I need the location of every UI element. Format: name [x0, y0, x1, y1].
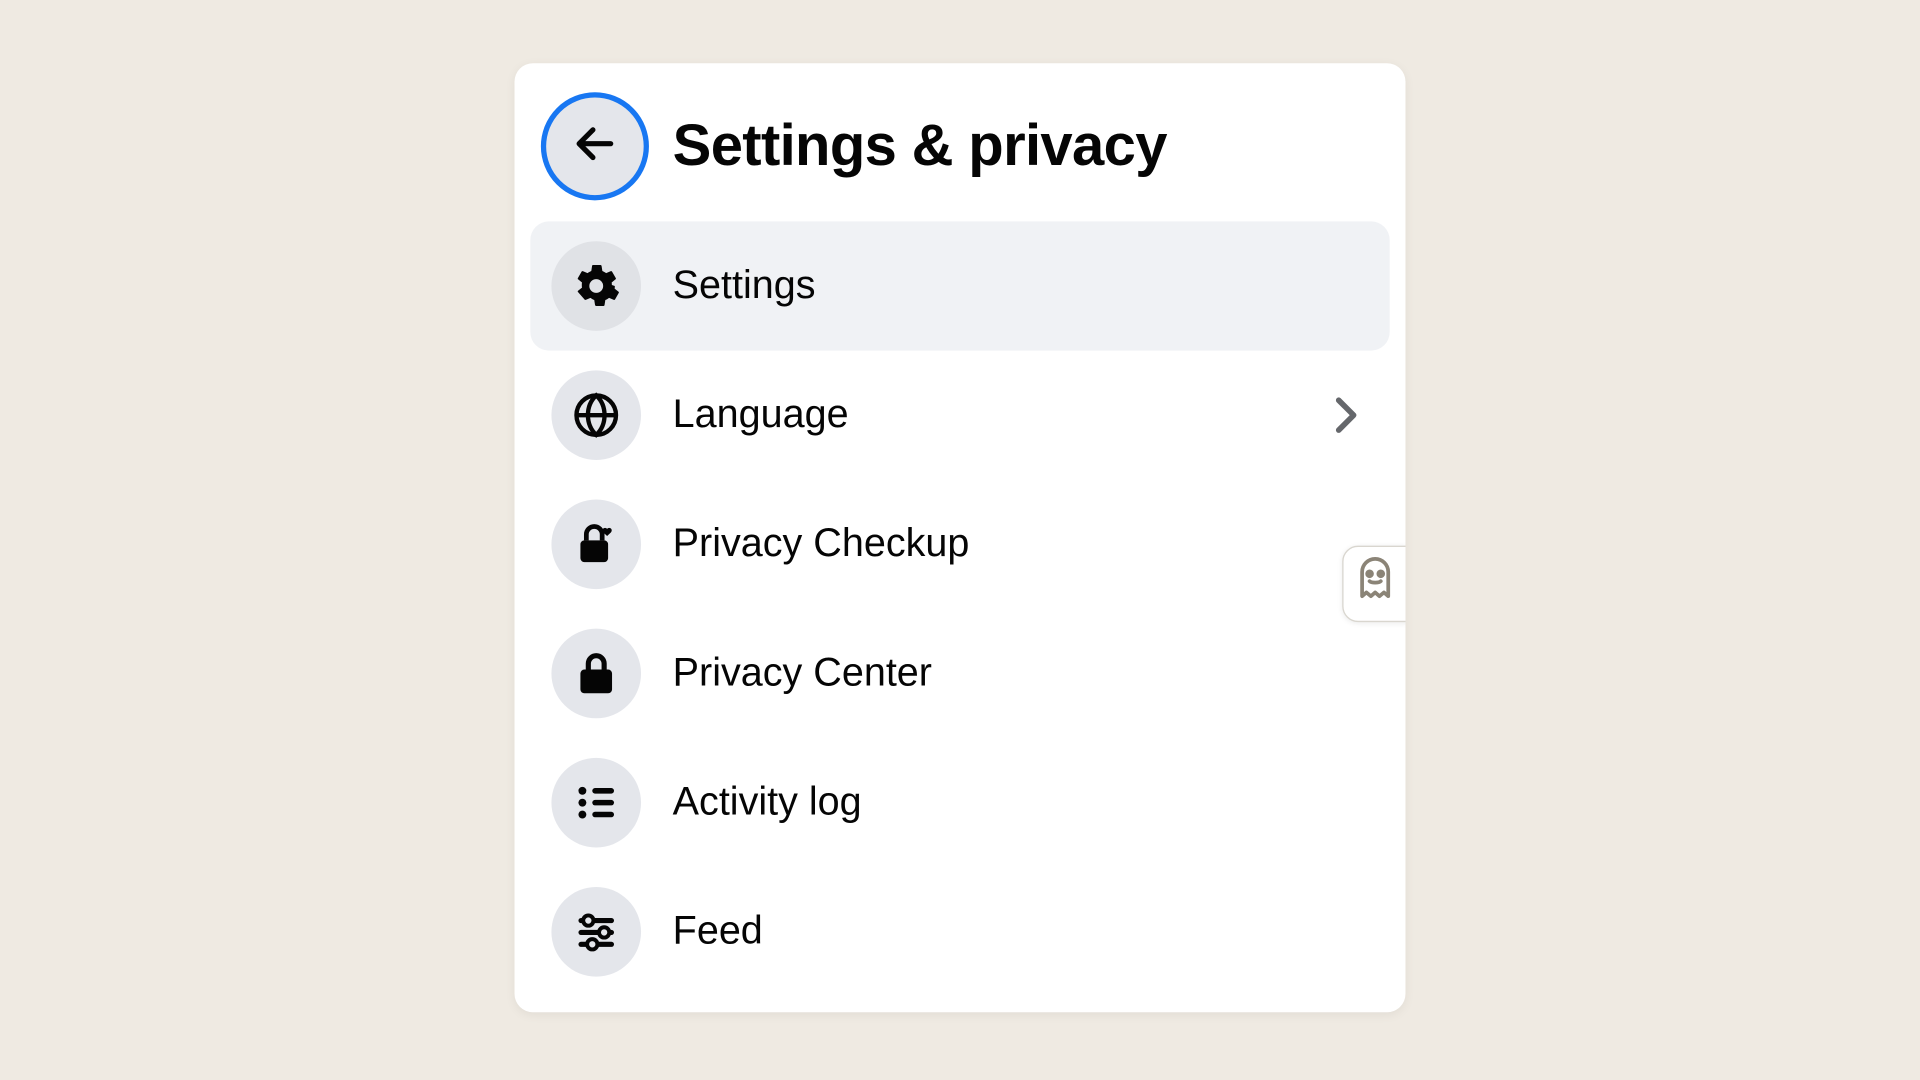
assistant-ghost-icon	[1353, 554, 1398, 613]
settings-privacy-panel: Settings & privacy Settings Language	[515, 63, 1406, 1012]
lock-icon	[551, 629, 641, 719]
menu-item-settings[interactable]: Settings	[530, 221, 1389, 350]
panel-header: Settings & privacy	[515, 63, 1406, 221]
floating-assistant-button[interactable]	[1342, 546, 1405, 622]
menu-item-label: Privacy Checkup	[673, 522, 1369, 567]
chevron-right-icon	[1324, 393, 1369, 438]
menu-item-label: Activity log	[673, 780, 1369, 825]
page-title: Settings & privacy	[673, 113, 1167, 179]
menu-list: Settings Language	[515, 221, 1406, 1012]
menu-item-privacy-checkup[interactable]: Privacy Checkup	[530, 480, 1389, 609]
feed-sliders-icon	[551, 887, 641, 977]
menu-item-label: Feed	[673, 909, 1369, 954]
gear-icon	[551, 241, 641, 331]
globe-icon	[551, 370, 641, 460]
back-button[interactable]	[541, 92, 649, 200]
menu-item-label: Privacy Center	[673, 651, 1369, 696]
lock-heart-icon	[551, 500, 641, 590]
menu-item-activity-log[interactable]: Activity log	[530, 738, 1389, 867]
menu-item-feed[interactable]: Feed	[530, 867, 1389, 996]
list-icon	[551, 758, 641, 848]
menu-item-label: Language	[673, 393, 1292, 438]
menu-item-language[interactable]: Language	[530, 351, 1389, 480]
menu-item-privacy-center[interactable]: Privacy Center	[530, 609, 1389, 738]
arrow-left-icon	[571, 119, 618, 173]
menu-item-label: Settings	[673, 264, 1369, 309]
